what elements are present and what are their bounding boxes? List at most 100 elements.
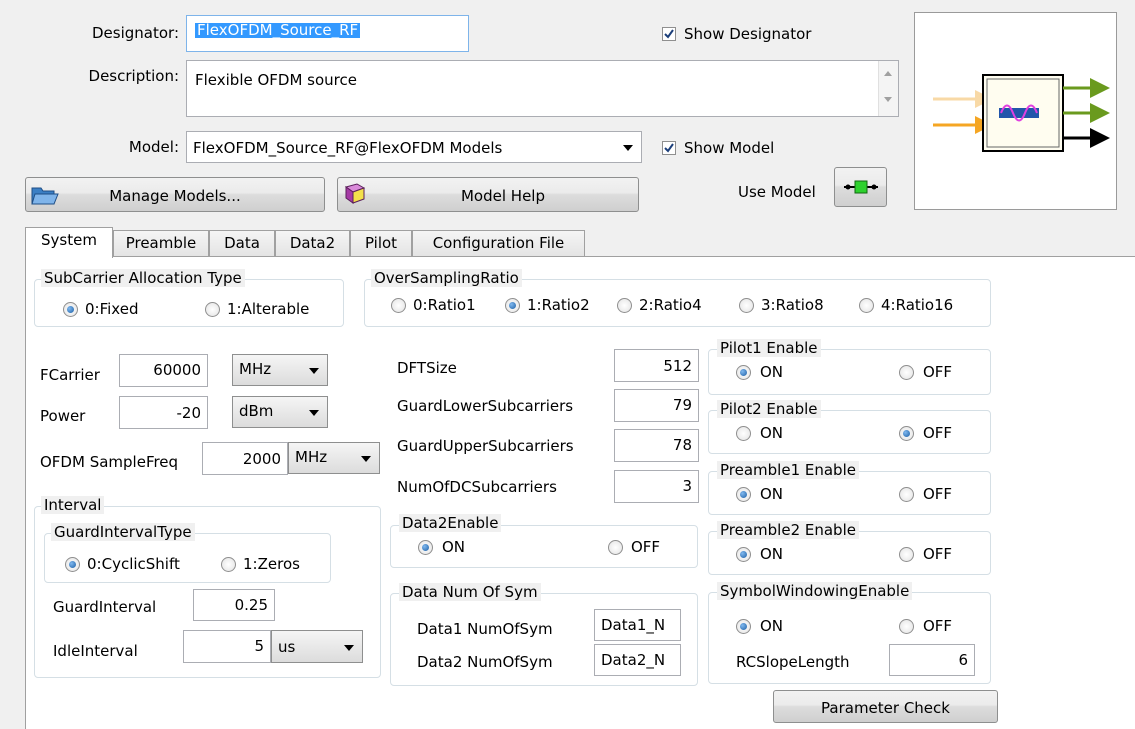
tab-preamble[interactable]: Preamble xyxy=(113,230,209,256)
dftsize-input[interactable]: 512 xyxy=(614,349,699,382)
block-symbol-icon xyxy=(933,74,1110,152)
check-icon xyxy=(664,143,674,153)
num-dc-input[interactable]: 3 xyxy=(614,470,699,503)
scroll-down-icon[interactable] xyxy=(884,97,892,102)
use-model-button[interactable] xyxy=(834,167,887,207)
data2enable-radio-on[interactable] xyxy=(418,540,433,555)
data-num-of-sym-title: Data Num Of Sym xyxy=(399,583,541,601)
symbol-windowing-radio-off[interactable] xyxy=(899,619,914,634)
fcarrier-unit-select[interactable]: MHz xyxy=(232,354,328,386)
guard-upper-label: GuardUpperSubcarriers xyxy=(397,437,574,455)
preamble1-radio-off[interactable] xyxy=(899,487,914,502)
data2enable-on-label: ON xyxy=(442,538,466,556)
show-model-checkbox[interactable] xyxy=(662,141,676,155)
fcarrier-input[interactable]: 60000 xyxy=(119,354,208,387)
preamble2-enable-group: Preamble2 Enable ON OFF xyxy=(708,521,991,575)
show-designator-label: Show Designator xyxy=(684,25,812,43)
pilot2-enable-title: Pilot2 Enable xyxy=(717,400,821,418)
data1-numofsym-input[interactable]: Data1_N xyxy=(594,609,681,641)
radio-ratio4[interactable] xyxy=(617,298,632,313)
fcarrier-label: FCarrier xyxy=(40,366,100,384)
scroll-up-icon[interactable] xyxy=(884,71,892,76)
radio-ratio16[interactable] xyxy=(859,298,874,313)
guard-upper-input[interactable]: 78 xyxy=(614,429,699,462)
data2enable-group: Data2Enable ON OFF xyxy=(390,514,698,568)
pilot1-enable-group: Pilot1 Enable ON OFF xyxy=(708,339,991,395)
power-unit-value: dBm xyxy=(239,402,274,420)
manage-models-button[interactable]: Manage Models... xyxy=(25,177,325,212)
preamble1-enable-title: Preamble1 Enable xyxy=(717,461,859,479)
guard-lower-label: GuardLowerSubcarriers xyxy=(397,397,574,415)
power-input[interactable]: -20 xyxy=(119,396,208,429)
tab-configuration-file[interactable]: Configuration File xyxy=(412,230,585,256)
data2-numofsym-input[interactable]: Data2_N xyxy=(594,644,681,676)
rcslope-input[interactable]: 6 xyxy=(889,644,975,676)
radio-cyclicshift[interactable] xyxy=(65,557,80,572)
manage-models-label: Manage Models... xyxy=(109,187,241,205)
radio-ratio8-label: 3:Ratio8 xyxy=(761,296,824,314)
model-select[interactable]: FlexOFDM_Source_RF@FlexOFDM Models xyxy=(186,131,642,163)
radio-alterable[interactable] xyxy=(205,302,220,317)
chevron-down-icon xyxy=(361,456,371,462)
tab-data[interactable]: Data xyxy=(209,230,275,256)
description-value: Flexible OFDM source xyxy=(195,71,357,89)
designator-value: FlexOFDM_Source_RF xyxy=(195,21,361,39)
model-help-label: Model Help xyxy=(460,187,545,205)
preamble2-radio-on[interactable] xyxy=(736,547,751,562)
radio-zeros-label: 1:Zeros xyxy=(243,555,300,573)
preamble2-enable-title: Preamble2 Enable xyxy=(717,521,859,539)
tab-data2[interactable]: Data2 xyxy=(275,230,350,256)
pilot1-radio-on[interactable] xyxy=(736,365,751,380)
block-symbol-preview xyxy=(914,12,1117,210)
data2enable-off-label: OFF xyxy=(631,538,661,556)
pilot1-radio-off[interactable] xyxy=(899,365,914,380)
preamble1-on-label: ON xyxy=(760,485,784,503)
chevron-down-icon xyxy=(623,145,633,151)
tab-pilot[interactable]: Pilot xyxy=(350,230,412,256)
data2enable-radio-off[interactable] xyxy=(608,540,623,555)
radio-ratio8[interactable] xyxy=(739,298,754,313)
description-scrollbar[interactable] xyxy=(878,61,898,116)
designator-input[interactable]: FlexOFDM_Source_RF xyxy=(186,15,469,52)
oversampling-group: OverSamplingRatio 0:Ratio1 1:Ratio2 2:Ra… xyxy=(364,269,991,327)
model-help-button[interactable]: Model Help xyxy=(337,177,639,212)
check-icon xyxy=(664,29,674,39)
parameter-check-label: Parameter Check xyxy=(821,699,950,717)
interval-group: Interval GuardIntervalType 0:CyclicShift… xyxy=(34,496,381,678)
preamble1-off-label: OFF xyxy=(923,485,953,503)
symbol-windowing-title: SymbolWindowingEnable xyxy=(717,582,913,600)
pilot2-enable-group: Pilot2 Enable ON OFF xyxy=(708,400,991,454)
preamble2-on-label: ON xyxy=(760,545,784,563)
show-designator-checkbox[interactable] xyxy=(662,27,676,41)
interval-title: Interval xyxy=(41,496,105,514)
preamble2-radio-off[interactable] xyxy=(899,547,914,562)
component-symbol-icon xyxy=(844,180,878,194)
data2-numofsym-label: Data2 NumOfSym xyxy=(417,653,553,671)
radio-ratio2-label: 1:Ratio2 xyxy=(527,296,590,314)
radio-fixed[interactable] xyxy=(63,302,78,317)
tab-system[interactable]: System xyxy=(25,227,113,258)
idle-interval-input[interactable]: 5 xyxy=(183,630,271,663)
num-dc-label: NumOfDCSubcarriers xyxy=(397,478,557,496)
radio-ratio2[interactable] xyxy=(505,298,520,313)
description-textarea[interactable]: Flexible OFDM source xyxy=(186,60,899,117)
guard-lower-input[interactable]: 79 xyxy=(614,389,699,422)
pilot1-off-label: OFF xyxy=(923,363,953,381)
pilot2-radio-on[interactable] xyxy=(736,426,751,441)
preamble1-radio-on[interactable] xyxy=(736,487,751,502)
parameter-check-button[interactable]: Parameter Check xyxy=(773,690,998,723)
symbol-windowing-radio-on[interactable] xyxy=(736,619,751,634)
radio-zeros[interactable] xyxy=(221,557,236,572)
pilot2-radio-off[interactable] xyxy=(899,426,914,441)
idle-interval-unit-select[interactable]: us xyxy=(271,630,363,663)
guard-interval-type-title: GuardIntervalType xyxy=(51,523,195,541)
guard-interval-label: GuardInterval xyxy=(53,598,157,616)
samplefreq-input[interactable]: 2000 xyxy=(202,442,288,475)
show-model-label: Show Model xyxy=(684,139,775,157)
fcarrier-unit-value: MHz xyxy=(239,360,272,378)
radio-cyclicshift-label: 0:CyclicShift xyxy=(87,555,180,573)
samplefreq-unit-select[interactable]: MHz xyxy=(288,442,380,474)
guard-interval-input[interactable]: 0.25 xyxy=(193,589,275,621)
radio-ratio1[interactable] xyxy=(391,298,406,313)
power-unit-select[interactable]: dBm xyxy=(232,396,328,428)
